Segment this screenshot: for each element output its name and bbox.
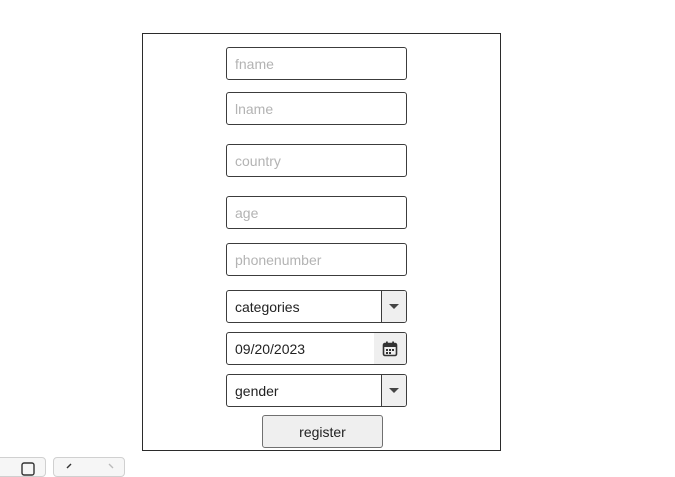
categories-select[interactable]: categories [226,290,407,323]
date-input-value: 09/20/2023 [235,340,306,357]
categories-select-toggle[interactable] [381,291,406,322]
lname-input[interactable] [226,92,407,125]
chevron-right-icon [108,463,114,469]
chevron-left-icon [66,463,72,469]
categories-select-value: categories [235,298,300,315]
register-button[interactable]: register [262,415,383,448]
gender-select[interactable]: gender [226,374,407,407]
partial-control-left[interactable] [0,457,46,477]
date-picker-button[interactable] [374,333,406,364]
chevron-down-icon [389,388,399,393]
square-icon [21,462,35,476]
country-input[interactable] [226,144,407,177]
gender-select-toggle[interactable] [381,375,406,406]
fname-input[interactable] [226,47,407,80]
calendar-icon [382,341,398,356]
date-input[interactable]: 09/20/2023 [226,332,407,365]
phonenumber-input[interactable] [226,243,407,276]
partial-control-right[interactable] [53,457,125,477]
age-input[interactable] [226,196,407,229]
chevron-down-icon [389,304,399,309]
gender-select-value: gender [235,382,279,399]
